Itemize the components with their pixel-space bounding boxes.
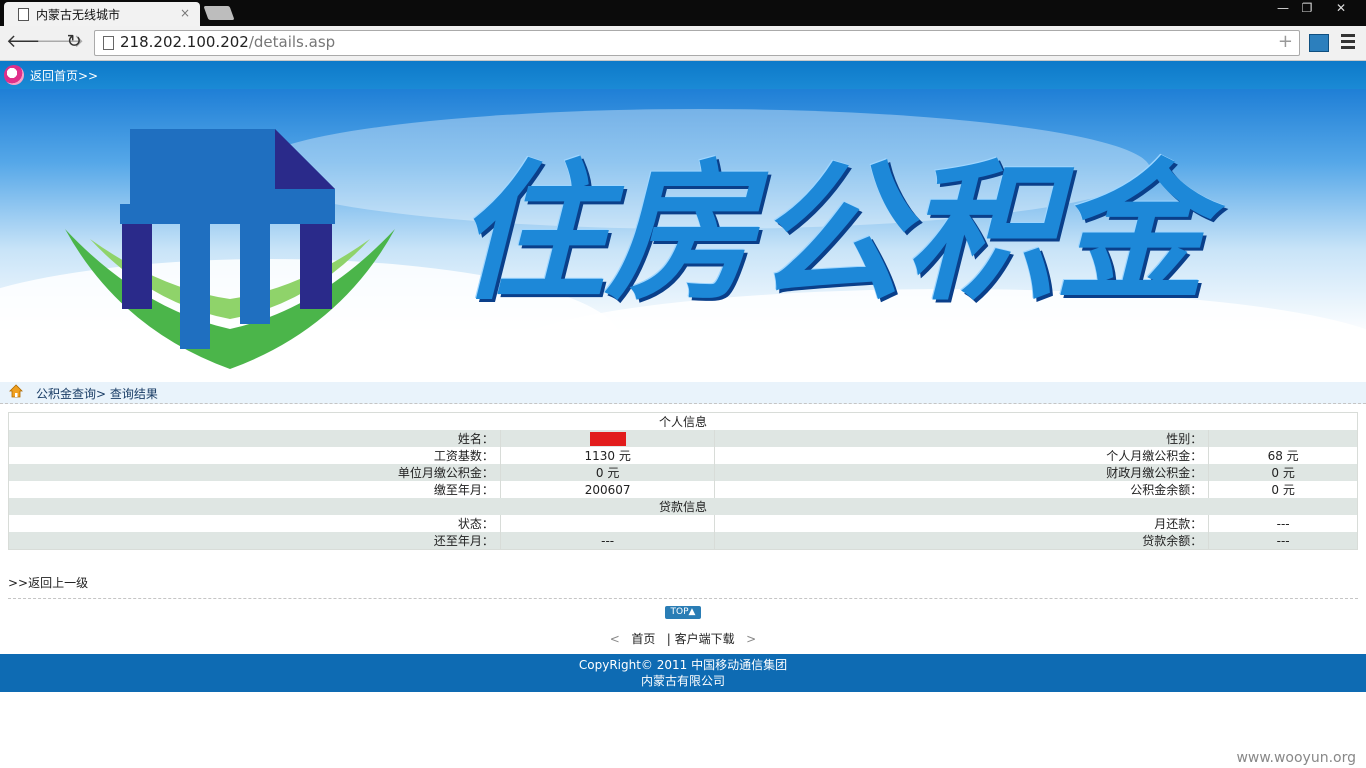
new-tab-button[interactable] xyxy=(203,6,235,20)
wage-label: 工资基数： xyxy=(8,447,501,464)
table-row: 工资基数： 1130 元 个人月缴公积金： 68 元 xyxy=(8,447,1358,464)
back-arrow-icon[interactable]: 🡐 xyxy=(6,32,54,52)
gender-label: 性别： xyxy=(714,430,1210,447)
monthly-repay-label: 月还款： xyxy=(714,515,1210,532)
return-home-link[interactable]: 返回首页>> xyxy=(30,67,98,84)
copyright-line2: 内蒙古有限公司 xyxy=(640,674,725,688)
footer-separator: | xyxy=(666,632,671,646)
unit-monthly-value: 0 元 xyxy=(500,464,716,481)
watermark: www.wooyun.org xyxy=(1236,750,1356,766)
browser-tab-strip: 内蒙古无线城市 × — ❐ ✕ xyxy=(0,0,1366,26)
status-label: 状态： xyxy=(8,515,501,532)
balance-label: 公积金余额： xyxy=(714,481,1210,498)
paid-until-value: 200607 xyxy=(500,481,716,498)
redacted-name-block xyxy=(589,431,626,446)
table-row: 单位月缴公积金： 0 元 财政月缴公积金： 0 元 xyxy=(8,464,1358,481)
browser-toolbar: 🡐 🡒 ↻ 218.202.100.202/details.asp + xyxy=(0,26,1366,61)
wage-value: 1130 元 xyxy=(500,447,716,464)
bookmark-plus-icon[interactable]: + xyxy=(1278,31,1293,52)
repay-until-label: 还至年月： xyxy=(8,532,501,550)
url-host: 218.202.100.202 xyxy=(120,33,249,51)
monthly-repay-value: --- xyxy=(1208,515,1358,532)
name-label: 姓名： xyxy=(8,430,501,447)
finance-monthly-value: 0 元 xyxy=(1208,464,1358,481)
page-icon xyxy=(103,36,114,50)
table-row: 姓名： 性别： xyxy=(8,430,1358,447)
footer-download-link[interactable]: 客户端下载 xyxy=(675,632,735,646)
table-row: 还至年月： --- 贷款余额： --- xyxy=(8,532,1358,550)
url-text[interactable]: 218.202.100.202/details.asp xyxy=(120,33,335,51)
forward-arrow-icon[interactable]: 🡒 xyxy=(36,32,84,52)
reload-icon[interactable]: ↻ xyxy=(64,32,84,52)
site-top-strip: 返回首页>> xyxy=(0,61,1366,89)
result-table: 个人信息 姓名： 性别： 工资基数： 1130 元 个人月缴公积金： 68 元 … xyxy=(8,412,1358,550)
table-row: 贷款信息 xyxy=(8,498,1358,515)
loan-balance-value: --- xyxy=(1208,532,1358,550)
restore-icon[interactable]: ❐ xyxy=(1294,0,1320,18)
table-row: 缴至年月： 200607 公积金余额： 0 元 xyxy=(8,481,1358,498)
housing-fund-logo-icon xyxy=(65,129,395,369)
address-bar[interactable]: 218.202.100.202/details.asp + xyxy=(94,30,1300,56)
back-link[interactable]: >>返回上一级 xyxy=(8,574,88,591)
personal-monthly-label: 个人月缴公积金： xyxy=(714,447,1210,464)
name-value xyxy=(500,430,716,447)
home-icon[interactable] xyxy=(9,384,23,398)
breadcrumb: 公积金查询> 查询结果 xyxy=(0,382,1366,404)
minimize-icon[interactable]: — xyxy=(1270,0,1296,18)
balance-value: 0 元 xyxy=(1208,481,1358,498)
menu-icon[interactable] xyxy=(1341,34,1355,50)
status-value xyxy=(500,515,716,532)
divider xyxy=(8,598,1358,599)
browser-tab[interactable]: 内蒙古无线城市 × xyxy=(4,2,200,26)
extension-icon[interactable] xyxy=(1309,34,1329,52)
breadcrumb-text[interactable]: 公积金查询> 查询结果 xyxy=(36,385,158,402)
banner-title: 住房公积金 xyxy=(455,147,1206,321)
footer-left-arrow: < xyxy=(609,632,620,646)
finance-monthly-label: 财政月缴公积金： xyxy=(714,464,1210,481)
copyright-bar: CopyRight© 2011 中国移动通信集团 内蒙古有限公司 xyxy=(0,654,1366,692)
window-close-icon[interactable]: ✕ xyxy=(1326,0,1356,18)
footer-home-link[interactable]: 首页 xyxy=(631,632,655,646)
tab-close-icon[interactable]: × xyxy=(180,6,190,20)
top-button[interactable]: TOP▲ xyxy=(665,606,701,619)
banner: 住房公积金 xyxy=(0,89,1366,382)
paid-until-label: 缴至年月： xyxy=(8,481,501,498)
unit-monthly-label: 单位月缴公积金： xyxy=(8,464,501,481)
table-row: 状态： 月还款： --- xyxy=(8,515,1358,532)
gender-value xyxy=(1208,430,1358,447)
footer-links: < 首页 | 客户端下载 > xyxy=(0,630,1366,647)
copyright-line1: CopyRight© 2011 中国移动通信集团 xyxy=(578,658,788,672)
url-path: /details.asp xyxy=(248,33,336,51)
loan-balance-label: 贷款余额： xyxy=(714,532,1210,550)
section-loan-header: 贷款信息 xyxy=(8,498,1358,515)
personal-monthly-value: 68 元 xyxy=(1208,447,1358,464)
repay-until-value: --- xyxy=(500,532,716,550)
site-logo-icon xyxy=(4,65,24,85)
tab-title: 内蒙古无线城市 xyxy=(36,8,121,22)
table-row: 个人信息 xyxy=(8,412,1358,430)
page-favicon-icon xyxy=(18,8,29,21)
section-personal-header: 个人信息 xyxy=(8,412,1358,430)
footer-right-arrow: > xyxy=(746,632,757,646)
